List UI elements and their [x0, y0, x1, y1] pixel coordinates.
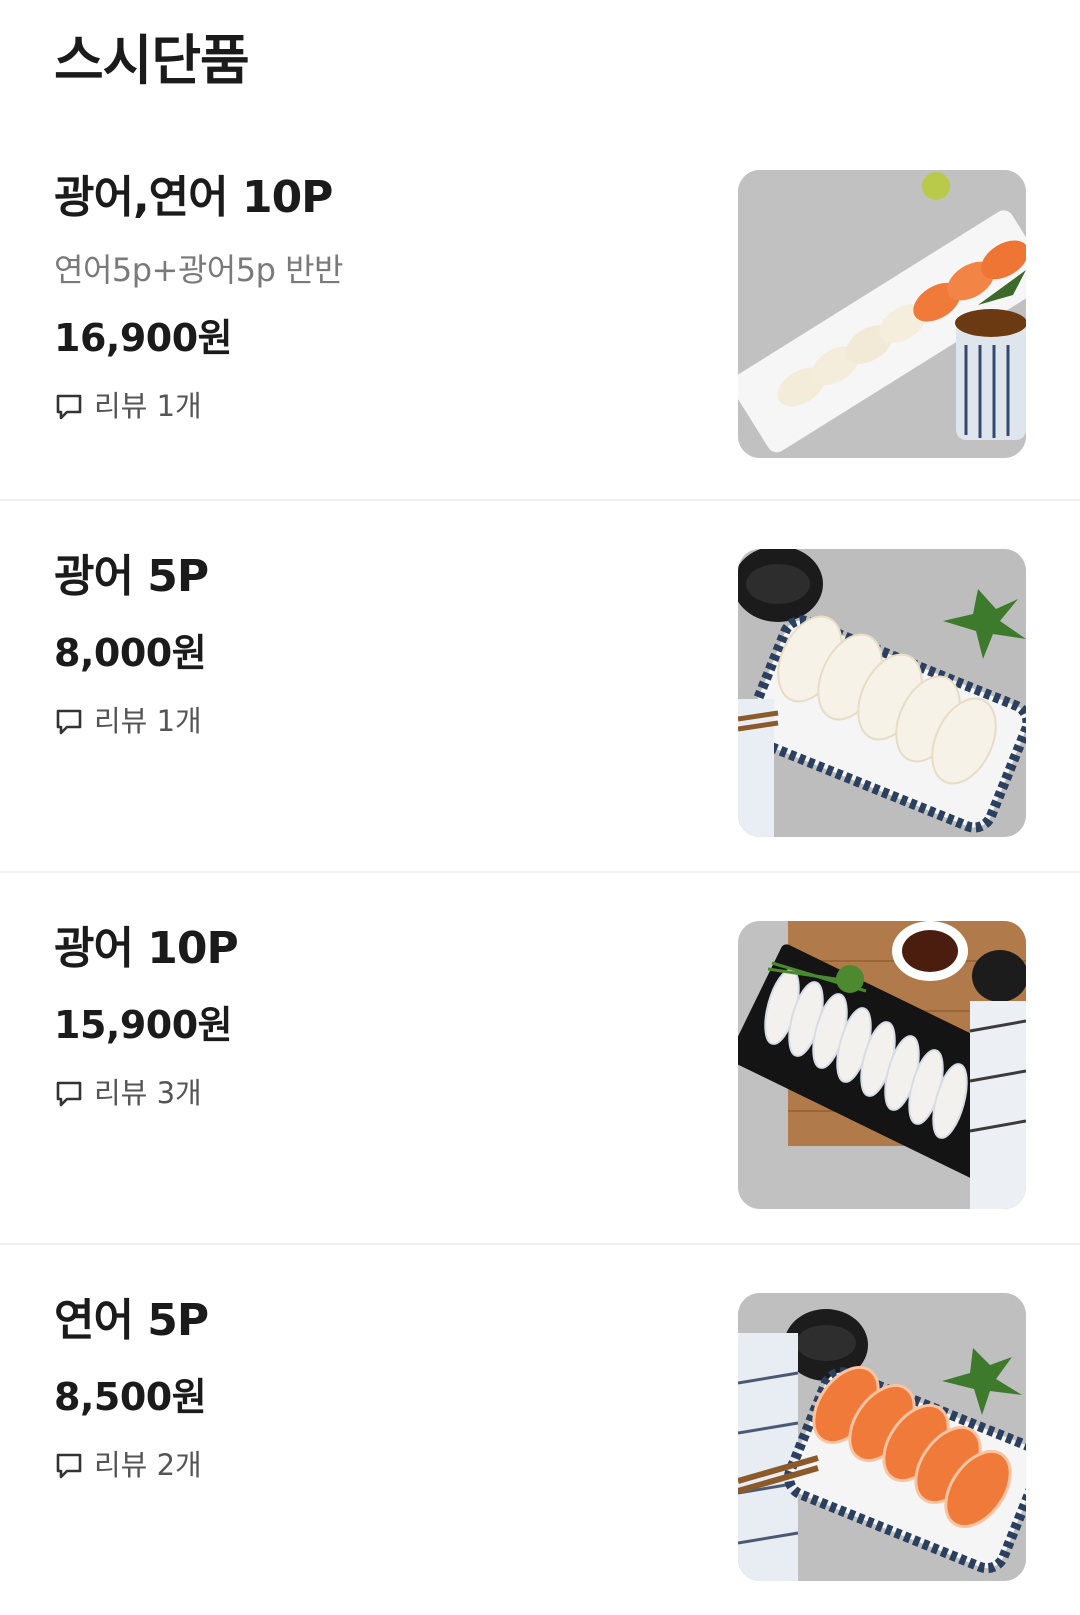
review-count: 리뷰 1개 — [94, 389, 202, 423]
menu-item[interactable]: 광어,연어 10P 연어5p+광어5p 반반 16,900원 리뷰 1개 — [0, 122, 1080, 499]
item-review[interactable]: 리뷰 2개 — [54, 1445, 694, 1485]
item-price: 8,500원 — [54, 1375, 207, 1419]
item-name: 연어 5P — [54, 1295, 209, 1346]
item-review[interactable]: 리뷰 1개 — [54, 386, 694, 426]
item-image[interactable] — [738, 1293, 1026, 1581]
salmon-sushi-photo — [738, 1293, 1026, 1581]
halibut-sushi-tray-photo — [738, 921, 1026, 1209]
item-description: 연어5p+광어5p 반반 — [54, 251, 343, 289]
review-count: 리뷰 2개 — [94, 1448, 202, 1482]
item-price: 8,000원 — [54, 631, 207, 675]
item-price: 15,900원 — [54, 1003, 233, 1047]
review-count: 리뷰 3개 — [94, 1076, 202, 1110]
speech-bubble-icon — [56, 394, 82, 420]
speech-bubble-icon — [56, 709, 82, 735]
item-price: 16,900원 — [54, 316, 233, 360]
halibut-sushi-photo — [738, 549, 1026, 837]
sushi-platter-photo — [738, 170, 1026, 458]
speech-bubble-icon — [56, 1081, 82, 1107]
item-info: 광어,연어 10P 연어5p+광어5p 반반 16,900원 리뷰 1개 — [54, 168, 694, 426]
item-name: 광어 5P — [54, 551, 209, 602]
item-review[interactable]: 리뷰 3개 — [54, 1073, 694, 1113]
menu-item[interactable]: 광어 5P 8,000원 리뷰 1개 — [0, 499, 1080, 871]
menu-item[interactable]: 연어 5P 8,500원 리뷰 2개 — [0, 1243, 1080, 1615]
item-name: 광어,연어 10P — [54, 172, 333, 223]
item-info: 광어 10P 15,900원 리뷰 3개 — [54, 919, 694, 1113]
item-info: 연어 5P 8,500원 리뷰 2개 — [54, 1291, 694, 1485]
menu-item[interactable]: 광어 10P 15,900원 리뷰 3개 — [0, 871, 1080, 1243]
review-count: 리뷰 1개 — [94, 704, 202, 738]
speech-bubble-icon — [56, 1453, 82, 1479]
item-name: 광어 10P — [54, 923, 239, 974]
item-review[interactable]: 리뷰 1개 — [54, 701, 694, 741]
item-info: 광어 5P 8,000원 리뷰 1개 — [54, 547, 694, 741]
item-image[interactable] — [738, 549, 1026, 837]
item-image[interactable] — [738, 921, 1026, 1209]
section-title: 스시단품 — [54, 29, 250, 92]
menu-list: 광어,연어 10P 연어5p+광어5p 반반 16,900원 리뷰 1개 광어 … — [0, 122, 1080, 1615]
item-image[interactable] — [738, 170, 1026, 458]
